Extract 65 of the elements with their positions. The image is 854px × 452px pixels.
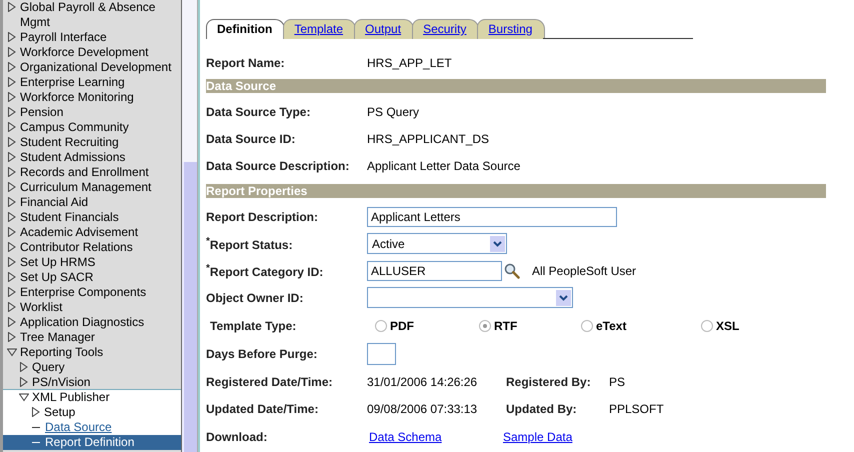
menu-item[interactable]: Reporting Tools	[20, 345, 181, 360]
radio-label: XSL	[716, 318, 740, 332]
field-label: Registered Date/Time:	[206, 374, 334, 388]
menu-item[interactable]: Student Recruiting	[20, 135, 181, 150]
radio-label: PDF	[390, 318, 414, 332]
menu-item[interactable]: Set Up SACR	[20, 270, 181, 285]
menu-item[interactable]: Set Up HRMS	[20, 255, 181, 270]
dropdown-field[interactable]: Active	[367, 233, 507, 254]
menu-item[interactable]: Tree Manager	[20, 330, 181, 345]
menu-item[interactable]: Organizational Development	[20, 60, 181, 75]
field-label: Data Source ID:	[206, 132, 296, 146]
tab[interactable]: Bursting	[477, 19, 546, 39]
field-label: Data Source Type:	[206, 104, 312, 118]
menu-item[interactable]: Financial Aid	[20, 195, 181, 210]
field-value: PS Query	[367, 104, 420, 118]
field-value: Applicant Letter Data Source	[367, 158, 520, 172]
field-label: $^{*}$Report Status:	[206, 236, 294, 252]
field-label: Download:	[206, 430, 268, 444]
field-value: 09/08/2006 07:33:13	[367, 402, 478, 416]
tab[interactable]: Security	[412, 19, 480, 39]
menu-item[interactable]: Application Diagnostics	[20, 315, 181, 330]
menu-item[interactable]: Pension	[20, 105, 181, 120]
section-header: Report Properties	[206, 184, 826, 198]
menu-item[interactable]: Curriculum Management	[20, 180, 181, 195]
menu-item[interactable]: Workforce Monitoring	[20, 90, 181, 105]
menu-item[interactable]: Student Financials	[20, 210, 181, 225]
menu-item[interactable]: Worklist	[20, 300, 181, 315]
field-label: Days Before Purge:	[206, 347, 318, 361]
field-label: $^{*}$Report Category ID:	[206, 262, 324, 278]
field-label: Updated Date/Time:	[206, 402, 320, 416]
field-label: Template Type:	[210, 318, 298, 332]
category-input[interactable]: ALLUSER	[367, 260, 502, 280]
menu-item[interactable]: Campus Community	[20, 120, 181, 135]
tab[interactable]: Template	[283, 19, 356, 39]
menu-item[interactable]: Workforce Development	[20, 45, 181, 60]
field-label: Data Source Description:	[206, 158, 350, 172]
menu-item[interactable]: PS/nVision	[32, 375, 181, 390]
field-label: Report Description:	[206, 210, 320, 224]
tab[interactable]: Output	[354, 19, 414, 39]
section-header: Data Source	[206, 79, 826, 93]
download-link[interactable]: Sample Data	[503, 430, 635, 444]
field-label: Object Owner ID:	[206, 290, 304, 304]
radio-label: eText	[596, 318, 626, 332]
field-label: Updated By:	[506, 402, 578, 416]
menu-item[interactable]: Enterprise Components	[20, 285, 181, 300]
field-value: 31/01/2006 14:26:26	[367, 374, 478, 388]
description-input[interactable]: Applicant Letters	[367, 206, 617, 226]
menu-item[interactable]: Records and Enrollment	[20, 165, 181, 180]
menu-item[interactable]: Student Admissions	[20, 150, 181, 165]
field-value: HRS_APP_LET	[367, 56, 452, 70]
menu-item[interactable]: Contributor Relations	[20, 240, 181, 255]
menu-item[interactable]: Academic Advisement	[20, 225, 181, 240]
field-value: PPLSOFT	[609, 402, 664, 416]
category-description: All PeopleSoft User	[532, 264, 636, 278]
tab[interactable]: Definition	[206, 19, 286, 39]
field-value: HRS_APPLICANT_DS	[367, 132, 490, 146]
field-label: Registered By:	[506, 374, 592, 388]
menu-item[interactable]: Query	[32, 360, 181, 375]
download-link[interactable]: Data Schema	[369, 430, 501, 444]
field-value: PS	[609, 374, 626, 388]
menu-item[interactable]: Global Payroll & Absence Mgmt	[20, 0, 181, 30]
menu-item[interactable]: Enterprise Learning	[20, 75, 181, 90]
radio-label: RTF	[494, 318, 518, 332]
field-label: Report Name:	[206, 56, 286, 70]
menu-item[interactable]: Payroll Interface	[20, 30, 181, 45]
